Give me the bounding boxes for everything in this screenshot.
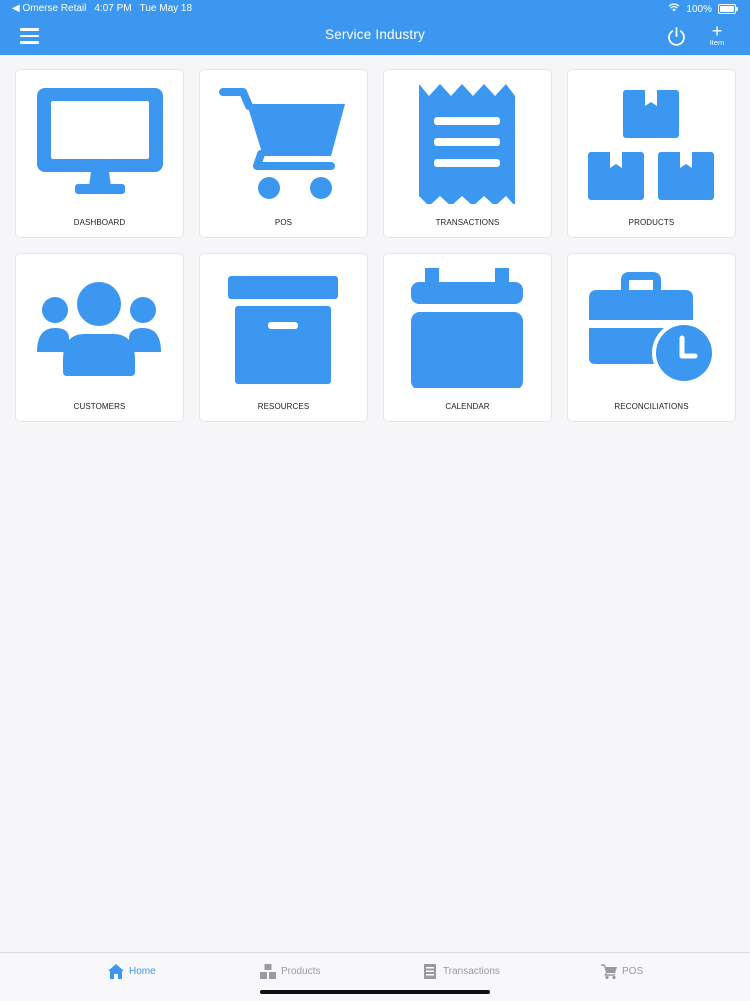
tile-products[interactable]: PRODUCTS	[568, 70, 735, 237]
boxes-icon	[588, 90, 714, 200]
tab-transactions[interactable]: Transactions	[421, 963, 500, 980]
tile-label: RESOURCES	[257, 402, 310, 411]
tile-label: TRANSACTIONS	[435, 218, 500, 227]
cart-icon	[601, 964, 617, 980]
monitor-icon	[37, 88, 163, 194]
module-grid: DASHBOARD POS TRANSACTIONS PRODUCTS CUST…	[16, 70, 735, 421]
status-left: ◀ Omerse Retail 4:07 PM Tue May 18	[12, 3, 192, 14]
users-icon	[37, 282, 161, 376]
tile-reconciliations[interactable]: RECONCILIATIONS	[568, 254, 735, 421]
tab-label: Home	[129, 966, 156, 977]
tile-calendar[interactable]: CALENDAR	[384, 254, 551, 421]
receipt-icon	[424, 964, 436, 979]
add-item-button[interactable]: + Item	[703, 21, 731, 47]
boxes-icon	[260, 964, 276, 979]
power-icon[interactable]	[666, 26, 687, 47]
home-indicator[interactable]	[260, 990, 490, 994]
tile-label: PRODUCTS	[628, 218, 675, 227]
tile-label: POS	[274, 218, 293, 227]
receipt-icon	[419, 84, 515, 204]
shopping-cart-icon	[219, 88, 345, 199]
nav-bar: Service Industry + Item	[0, 18, 750, 55]
tile-pos[interactable]: POS	[200, 70, 367, 237]
status-date: Tue May 18	[139, 3, 193, 14]
wifi-icon	[668, 3, 680, 15]
add-item-label: Item	[709, 38, 725, 47]
status-bar: ◀ Omerse Retail 4:07 PM Tue May 18 100%	[0, 0, 750, 18]
tab-label: POS	[622, 966, 644, 977]
tab-products[interactable]: Products	[259, 963, 320, 980]
status-time: 4:07 PM	[94, 3, 132, 14]
archive-box-icon	[228, 276, 338, 384]
calendar-icon	[411, 268, 523, 388]
tile-label: CALENDAR	[445, 402, 490, 411]
tile-dashboard[interactable]: DASHBOARD	[16, 70, 183, 237]
tab-home[interactable]: Home	[107, 963, 156, 980]
home-icon	[108, 964, 124, 979]
tab-pos[interactable]: POS	[600, 963, 643, 980]
tab-label: Transactions	[443, 966, 500, 977]
battery-percent: 100%	[686, 3, 712, 15]
tile-transactions[interactable]: TRANSACTIONS	[384, 70, 551, 237]
tile-resources[interactable]: RESOURCES	[200, 254, 367, 421]
briefcase-clock-icon	[589, 272, 716, 385]
battery-icon	[718, 4, 738, 14]
tile-customers[interactable]: CUSTOMERS	[16, 254, 183, 421]
tile-label: RECONCILIATIONS	[614, 402, 689, 411]
status-right: 100%	[668, 3, 738, 15]
tile-label: CUSTOMERS	[73, 402, 126, 411]
back-to-app-link[interactable]: ◀ Omerse Retail	[12, 3, 86, 14]
tab-label: Products	[281, 966, 321, 977]
tile-label: DASHBOARD	[73, 218, 126, 227]
plus-icon: +	[711, 21, 723, 41]
page-title: Service Industry	[325, 27, 425, 42]
